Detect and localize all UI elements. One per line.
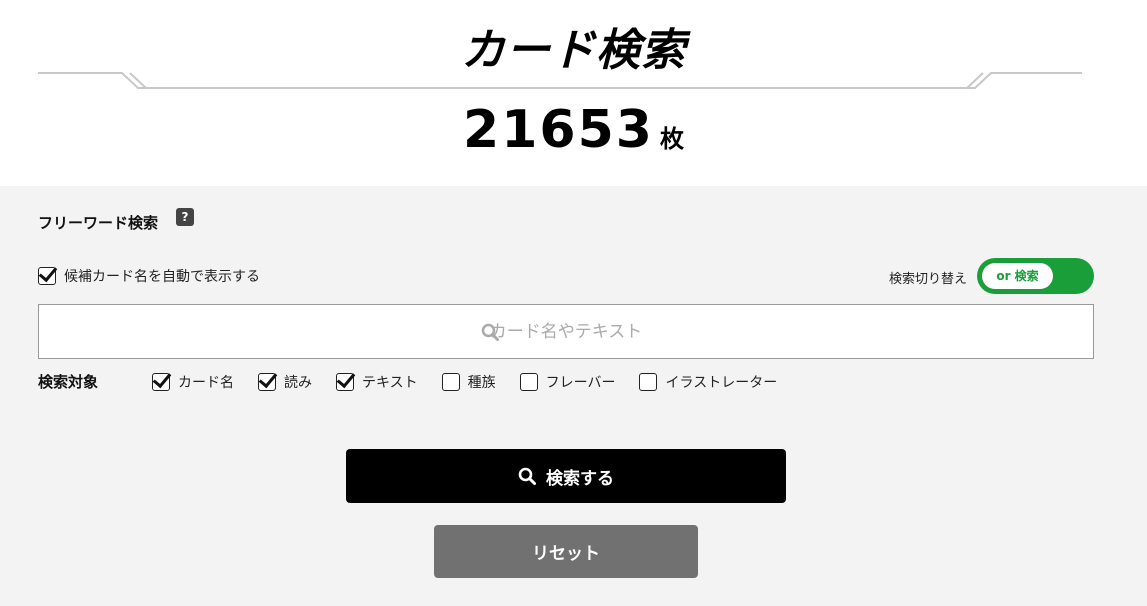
target-option-label: フレーバー: [545, 374, 616, 391]
search-input[interactable]: [39, 305, 1093, 358]
search-button[interactable]: 検索する: [346, 449, 786, 503]
freeword-label: フリーワード検索: [38, 214, 159, 232]
target-option-text[interactable]: テキスト: [336, 372, 418, 392]
search-target-row: 検索対象 カード名 読み テキスト 種族 フレーバー イラストレーター: [38, 371, 858, 392]
search-icon: [481, 323, 499, 341]
target-checkbox[interactable]: [258, 372, 276, 391]
card-count-unit: 枚: [659, 125, 684, 153]
target-checkbox[interactable]: [519, 372, 538, 391]
search-icon: [518, 467, 536, 485]
search-mode-value: or 検索: [982, 263, 1053, 289]
card-count: 21653 枚: [0, 100, 1147, 160]
target-option-reading[interactable]: 読み: [258, 372, 312, 392]
title-divider: [38, 72, 1082, 89]
header: カード検索 21653 枚: [0, 0, 1147, 186]
search-mode-toggle[interactable]: or 検索: [977, 258, 1094, 294]
autocomplete-option[interactable]: 候補カード名を自動で表示する: [38, 266, 260, 286]
target-checkbox[interactable]: [152, 372, 170, 391]
target-option-label: テキスト: [362, 374, 418, 391]
target-checkbox[interactable]: [336, 372, 354, 391]
search-button-label: 検索する: [546, 468, 614, 489]
search-target-label: 検索対象: [38, 373, 99, 391]
reset-button[interactable]: リセット: [434, 525, 698, 578]
target-option-card-name[interactable]: カード名: [152, 372, 234, 392]
target-checkbox[interactable]: [441, 372, 460, 391]
target-option-illustrator[interactable]: イラストレーター: [639, 372, 777, 392]
help-icon[interactable]: ?: [176, 208, 194, 226]
reset-button-label: リセット: [532, 544, 600, 564]
target-option-label: イラストレーター: [665, 374, 778, 391]
target-option-label: 読み: [284, 374, 312, 391]
autocomplete-checkbox[interactable]: [38, 267, 56, 285]
target-option-label: 種族: [467, 374, 496, 391]
freeword-search-box[interactable]: [38, 304, 1094, 359]
search-panel: フリーワード検索 ? 候補カード名を自動で表示する 検索切り替え or 検索 検…: [0, 186, 1147, 606]
target-option-label: カード名: [178, 374, 234, 391]
target-option-race[interactable]: 種族: [441, 372, 496, 392]
autocomplete-label: 候補カード名を自動で表示する: [64, 269, 260, 285]
card-count-value: 21653: [463, 100, 654, 160]
target-checkbox[interactable]: [639, 372, 658, 391]
target-option-flavor[interactable]: フレーバー: [519, 372, 616, 392]
search-mode-label: 検索切り替え: [889, 272, 968, 287]
